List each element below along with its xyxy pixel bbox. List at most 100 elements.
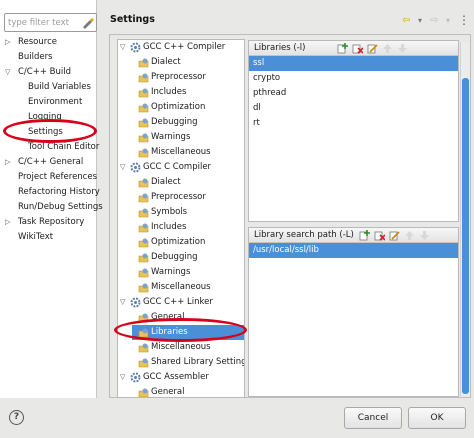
library-item[interactable]: dl (249, 101, 458, 116)
tree-item-label: Includes (151, 87, 187, 97)
move-down-icon[interactable] (419, 230, 430, 241)
tree-item-dialect[interactable]: Dialect (118, 175, 244, 190)
delete-icon[interactable] (374, 230, 385, 241)
move-up-icon[interactable] (382, 43, 393, 54)
library-item[interactable]: ssl (249, 56, 458, 71)
tree-item-shared-library-settings[interactable]: Shared Library Settings (118, 355, 244, 370)
view-menu-icon[interactable]: ⋮ (458, 14, 470, 26)
add-icon[interactable] (359, 230, 370, 241)
nav-item-cpp-general[interactable]: ▷ C/C++ General (0, 155, 96, 170)
scrollbar-thumb[interactable] (462, 78, 469, 394)
tree-item-preprocessor[interactable]: Preprocessor (118, 70, 244, 85)
option-category-icon (138, 103, 149, 113)
tree-item-warnings[interactable]: Warnings (118, 265, 244, 280)
tree-item-label: Miscellaneous (151, 282, 211, 292)
page-title: Settings (110, 14, 155, 25)
ok-button[interactable]: OK (408, 407, 466, 429)
delete-icon[interactable] (352, 43, 363, 54)
nav-item-refactoring-history[interactable]: Refactoring History (0, 185, 100, 200)
nav-item-cpp-build[interactable]: ▽ C/C++ Build (0, 65, 96, 80)
nav-item-environment[interactable]: Environment (0, 95, 96, 110)
option-category-icon (138, 238, 149, 248)
vertical-scrollbar[interactable] (460, 42, 470, 396)
nav-item-resource[interactable]: ▷ Resource (0, 35, 96, 50)
nav-item-label: C/C++ Build (18, 67, 72, 77)
help-icon[interactable]: ? (9, 410, 24, 425)
tree-item-debugging[interactable]: Debugging (118, 250, 244, 265)
add-icon[interactable] (337, 43, 348, 54)
history-navigation: ⇦ ▾ ⇨ ▾ ⋮ (402, 14, 470, 28)
move-down-icon[interactable] (397, 43, 408, 54)
tree-item-general[interactable]: General (118, 385, 244, 397)
collapse-arrow-icon[interactable]: ▽ (120, 295, 125, 310)
clear-filter-icon[interactable] (81, 16, 94, 29)
tree-item-debugging[interactable]: Debugging (118, 115, 244, 130)
nav-item-label: Task Repository (18, 217, 85, 227)
tree-item-dialect[interactable]: Dialect (118, 55, 244, 70)
library-item[interactable]: rt (249, 116, 458, 131)
move-up-icon[interactable] (404, 230, 415, 241)
nav-item-label: Build Variables (28, 82, 91, 92)
nav-item-label: WikiText (18, 232, 54, 242)
nav-item-build-variables[interactable]: Build Variables (0, 80, 96, 95)
tree-item-label: Optimization (151, 237, 206, 247)
tree-item-optimization[interactable]: Optimization (118, 100, 244, 115)
edit-icon[interactable] (367, 43, 378, 54)
library-item[interactable]: pthread (249, 86, 458, 101)
tree-item-miscellaneous[interactable]: Miscellaneous (118, 340, 244, 355)
tree-item-gcc-cpp-compiler[interactable]: ▽ GCC C++ Compiler (118, 40, 244, 55)
tree-item-miscellaneous[interactable]: Miscellaneous (118, 280, 244, 295)
tree-item-label: GCC C++ Linker (143, 297, 213, 307)
forward-menu-icon[interactable]: ▾ (446, 14, 450, 28)
option-category-icon (138, 148, 149, 158)
nav-item-label: Run/Debug Settings (18, 202, 103, 212)
collapse-arrow-icon[interactable]: ▽ (120, 40, 125, 55)
nav-item-builders[interactable]: Builders (0, 50, 96, 65)
tree-item-label: GCC C++ Compiler (143, 42, 226, 52)
tree-item-label: Preprocessor (151, 72, 206, 82)
tree-item-optimization[interactable]: Optimization (118, 235, 244, 250)
expand-arrow-icon[interactable]: ▷ (5, 215, 10, 230)
edit-icon[interactable] (389, 230, 400, 241)
option-category-icon (138, 178, 149, 188)
back-menu-icon[interactable]: ▾ (418, 14, 422, 28)
option-category-icon (138, 88, 149, 98)
forward-icon[interactable]: ⇨ (430, 14, 438, 28)
collapse-arrow-icon[interactable]: ▽ (120, 160, 125, 175)
expand-arrow-icon[interactable]: ▷ (5, 35, 10, 50)
tree-item-includes[interactable]: Includes (118, 85, 244, 100)
collapse-arrow-icon[interactable]: ▽ (120, 370, 125, 385)
tool-settings-tree: ▽ GCC C++ Compiler Dialect Preprocessor … (117, 39, 245, 398)
tree-item-label: Debugging (151, 252, 198, 262)
nav-item-wikitext[interactable]: WikiText (0, 230, 96, 245)
tree-item-label: Preprocessor (151, 192, 206, 202)
nav-item-run-debug-settings[interactable]: Run/Debug Settings (0, 200, 103, 215)
nav-item-project-references[interactable]: Project References (0, 170, 97, 185)
tree-item-gcc-cpp-linker[interactable]: ▽ GCC C++ Linker (118, 295, 244, 310)
library-item[interactable]: crypto (249, 71, 458, 86)
tree-item-miscellaneous[interactable]: Miscellaneous (118, 145, 244, 160)
nav-item-task-repository[interactable]: ▷ Task Repository (0, 215, 96, 230)
option-category-icon (138, 118, 149, 128)
search-path-title: Library search path (-L) (254, 230, 354, 240)
filter-input[interactable] (8, 16, 80, 29)
nav-item-label: C/C++ General (18, 157, 84, 167)
tree-item-gcc-c-compiler[interactable]: ▽ GCC C Compiler (118, 160, 244, 175)
option-category-icon (138, 283, 149, 293)
tree-item-gcc-assembler[interactable]: ▽ GCC Assembler (118, 370, 244, 385)
cancel-button[interactable]: Cancel (344, 407, 402, 429)
collapse-arrow-icon[interactable]: ▽ (5, 65, 10, 80)
tree-item-label: Symbols (151, 207, 188, 217)
back-icon[interactable]: ⇦ (402, 14, 410, 28)
expand-arrow-icon[interactable]: ▷ (5, 155, 10, 170)
search-path-header: Library search path (-L) (249, 228, 458, 243)
option-category-icon (138, 58, 149, 68)
tree-item-includes[interactable]: Includes (118, 220, 244, 235)
tree-item-label: Optimization (151, 102, 206, 112)
tree-item-preprocessor[interactable]: Preprocessor (118, 190, 244, 205)
tree-item-warnings[interactable]: Warnings (118, 130, 244, 145)
option-category-icon (138, 253, 149, 263)
search-path-item[interactable]: /usr/local/ssl/lib (249, 243, 458, 258)
option-category-icon (138, 343, 149, 353)
tree-item-symbols[interactable]: Symbols (118, 205, 244, 220)
